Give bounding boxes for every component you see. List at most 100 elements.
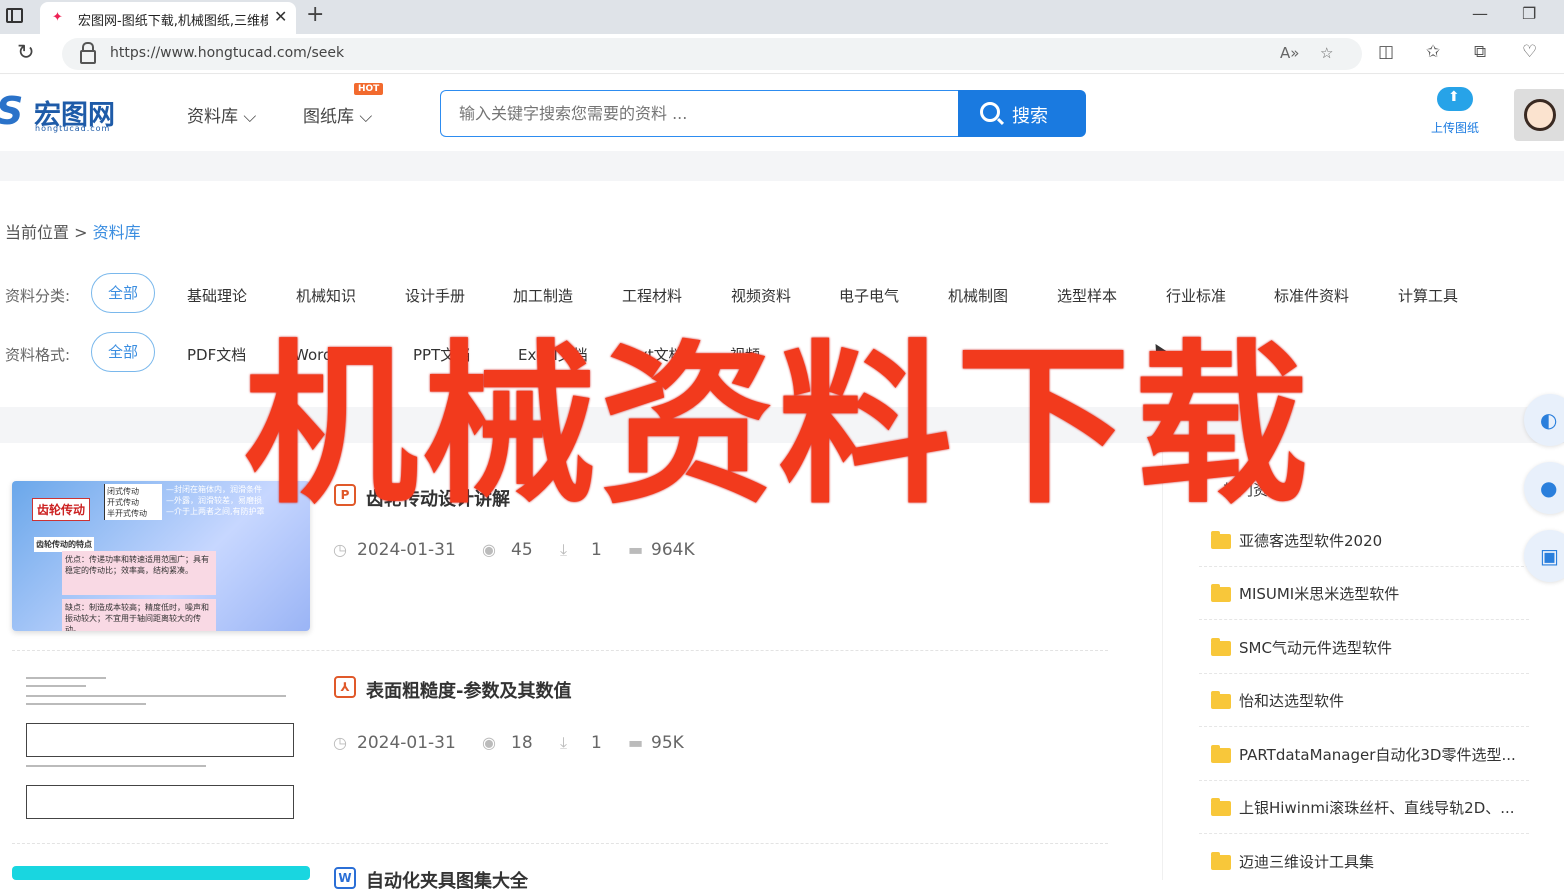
document-thumbnail[interactable] [12, 671, 310, 821]
resource-item[interactable]: MISUMI米思米选型软件 [1199, 568, 1529, 620]
thumb-table [26, 785, 294, 819]
address-bar[interactable]: https://www.hongtucad.com/seek A» ☆ [62, 38, 1362, 70]
user-avatar[interactable] [1514, 89, 1564, 141]
category-label: 资料分类: [5, 287, 71, 305]
document-date: 2024-01-31 [357, 733, 456, 753]
list-divider [12, 650, 1108, 651]
gift-icon: ▣ [1540, 544, 1559, 568]
site-header: S 宏图网 hongtucad.com 资料库 ⌵ 图纸库 ⌵ HOT 搜索 上… [0, 75, 1564, 151]
address-toolbar: ↻ https://www.hongtucad.com/seek A» ☆ ◫ … [0, 34, 1564, 74]
resource-item[interactable]: 迈迪三维设计工具集 [1199, 836, 1529, 888]
document-views: 45 [511, 540, 533, 560]
format-label: 资料格式: [5, 346, 71, 364]
document-downloads: 1 [591, 733, 602, 753]
folder-icon [1211, 531, 1231, 549]
search-input[interactable] [441, 91, 960, 136]
document-date: 2024-01-31 [357, 540, 456, 560]
thumb-text-line [26, 703, 146, 705]
category-item[interactable]: 选型样本 [1057, 285, 1117, 306]
search-box [440, 90, 960, 137]
browser-essentials-icon[interactable]: ♡ [1522, 42, 1537, 62]
document-views: 18 [511, 733, 533, 753]
clock-icon: ◷ [333, 733, 347, 752]
hot-badge: HOT [354, 83, 384, 95]
category-item[interactable]: 计算工具 [1398, 285, 1458, 306]
user-icon: ● [1540, 476, 1558, 500]
category-item[interactable]: 视频资料 [731, 285, 791, 306]
nav-item-library[interactable]: 资料库 ⌵ [187, 102, 256, 127]
new-tab-plus-icon[interactable]: + [306, 2, 324, 27]
upload-label: 上传图纸 [1430, 121, 1479, 135]
thumb-type: 闭式传动 [107, 487, 139, 496]
resource-title: 怡和达选型软件 [1239, 692, 1345, 710]
favorite-star-icon[interactable]: ☆ [1320, 44, 1333, 62]
document-title[interactable]: 表面粗糙度-参数及其数值 [366, 677, 571, 703]
browser-tab[interactable]: ✦ 宏图网-图纸下载,机械图纸,三维模 ✕ [40, 2, 296, 34]
resource-title: 迈迪三维设计工具集 [1239, 853, 1375, 871]
thumb-text-line [26, 685, 86, 687]
upload-drawing-button[interactable]: 上传图纸 [1420, 87, 1490, 136]
search-button-label: 搜索 [1012, 106, 1048, 127]
folder-icon [1211, 691, 1231, 709]
overlay-caption: 机械资料下载 [244, 325, 1313, 528]
list-divider [12, 843, 1108, 844]
collections-icon[interactable]: ⧉ [1474, 42, 1486, 62]
thumb-text-line [26, 695, 286, 697]
document-title[interactable]: 自动化夹具图集大全 [366, 867, 528, 893]
thumb-text-line [26, 765, 206, 767]
resource-item[interactable]: PARTdataManager自动化3D零件选型... [1199, 729, 1529, 781]
document-downloads: 1 [591, 540, 602, 560]
format-item[interactable]: PDF文档 [187, 344, 246, 365]
tab-title: 宏图网-图纸下载,机械图纸,三维模 [78, 14, 268, 29]
headset-icon: ◐ [1540, 408, 1558, 432]
breadcrumb-separator: > [74, 223, 88, 242]
thumb-feature-title: 齿轮传动的特点 [34, 537, 94, 552]
document-thumbnail[interactable] [12, 866, 310, 880]
logo-icon[interactable]: S [0, 89, 28, 135]
document-size: 964K [651, 540, 695, 560]
chevron-down-icon: ⌵ [359, 107, 373, 127]
category-item[interactable]: 基础理论 [187, 285, 247, 306]
resource-item[interactable]: 上银Hiwinmi滚珠丝杆、直线导轨2D、... [1199, 782, 1529, 834]
url-text[interactable]: https://www.hongtucad.com/seek [110, 45, 344, 61]
search-icon [980, 102, 1000, 122]
category-item[interactable]: 电子电气 [839, 285, 899, 306]
split-screen-icon[interactable]: ◫ [1378, 42, 1394, 62]
search-button[interactable]: 搜索 [958, 90, 1086, 137]
nav-item-drawings[interactable]: 图纸库 ⌵ [303, 102, 372, 127]
folder-icon: ▬ [628, 540, 644, 559]
category-item[interactable]: 机械制图 [948, 285, 1008, 306]
nav-label: 资料库 [187, 107, 238, 127]
tab-close-icon[interactable]: ✕ [274, 7, 287, 26]
download-icon: ⤓ [560, 540, 568, 559]
site-favicon-icon: ✦ [52, 10, 63, 25]
minimize-icon[interactable]: — [1472, 4, 1488, 23]
thumb-pros: 优点：传递功率和转速适用范围广；具有稳定的传动比；效率高，结构紧凑。 [62, 551, 216, 595]
lock-icon[interactable] [80, 42, 96, 64]
resource-item[interactable]: SMC气动元件选型软件 [1199, 622, 1529, 674]
format-all-pill[interactable]: 全部 [91, 332, 155, 372]
category-item[interactable]: 工程材料 [622, 285, 682, 306]
resource-title: 上银Hiwinmi滚珠丝杆、直线导轨2D、... [1239, 799, 1515, 817]
category-all-pill[interactable]: 全部 [91, 273, 155, 313]
category-item[interactable]: 标准件资料 [1274, 285, 1349, 306]
restore-icon[interactable]: ❐ [1522, 4, 1536, 23]
breadcrumb-prefix: 当前位置 [5, 223, 70, 242]
folder-icon [1211, 584, 1231, 602]
folder-icon [1211, 798, 1231, 816]
read-aloud-icon[interactable]: A» [1280, 44, 1299, 62]
section-spacer [0, 151, 1564, 181]
resource-item[interactable]: 怡和达选型软件 [1199, 675, 1529, 727]
category-item[interactable]: 加工制造 [513, 285, 573, 306]
thumb-tag: 齿轮传动 [32, 498, 91, 521]
category-item[interactable]: 设计手册 [405, 285, 465, 306]
reload-icon[interactable]: ↻ [17, 40, 35, 64]
browser-tab-strip: ✦ 宏图网-图纸下载,机械图纸,三维模 ✕ + — ❐ [0, 0, 1564, 34]
breadcrumb-current[interactable]: 资料库 [93, 223, 141, 242]
category-item[interactable]: 行业标准 [1166, 285, 1226, 306]
tab-actions-icon[interactable] [6, 8, 23, 23]
pdf-doc-icon: ⅄ [334, 676, 356, 698]
category-item[interactable]: 机械知识 [296, 285, 356, 306]
thumb-table [26, 723, 294, 757]
favorites-icon[interactable]: ✩ [1426, 42, 1440, 62]
